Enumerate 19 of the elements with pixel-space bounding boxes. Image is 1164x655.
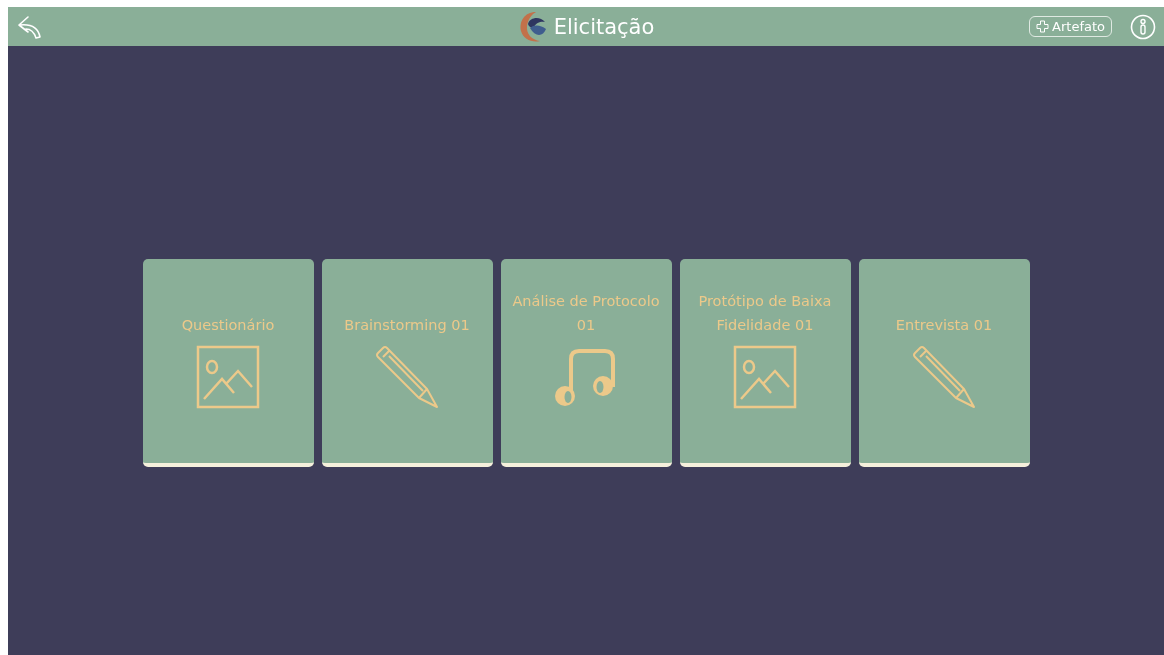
artifact-card[interactable]: Questionário: [142, 258, 314, 467]
info-icon: [1130, 13, 1156, 40]
page-title: Elicitação: [553, 14, 655, 39]
pencil-icon: [912, 344, 976, 409]
card-title: Questionário: [181, 315, 275, 335]
card-title: Protótipo de Baixa Fidelidade 01: [697, 291, 833, 335]
card-title: Entrevista 01: [895, 315, 993, 335]
add-artifact-button[interactable]: Artefato: [1029, 16, 1112, 37]
card-title: Brainstorming 01: [344, 315, 470, 335]
card-title: Análise de Protocolo 01: [511, 291, 661, 335]
artifact-card[interactable]: Protótipo de Baixa Fidelidade 01: [679, 258, 851, 467]
image-icon: [196, 344, 260, 409]
plus-icon: [1036, 20, 1050, 33]
info-button[interactable]: [1130, 13, 1156, 40]
artifact-card[interactable]: Entrevista 01: [858, 258, 1030, 467]
artifact-card[interactable]: Análise de Protocolo 01: [500, 258, 672, 467]
image-icon: [733, 344, 797, 409]
artifact-card[interactable]: Brainstorming 01: [321, 258, 493, 467]
pencil-icon: [375, 344, 439, 409]
